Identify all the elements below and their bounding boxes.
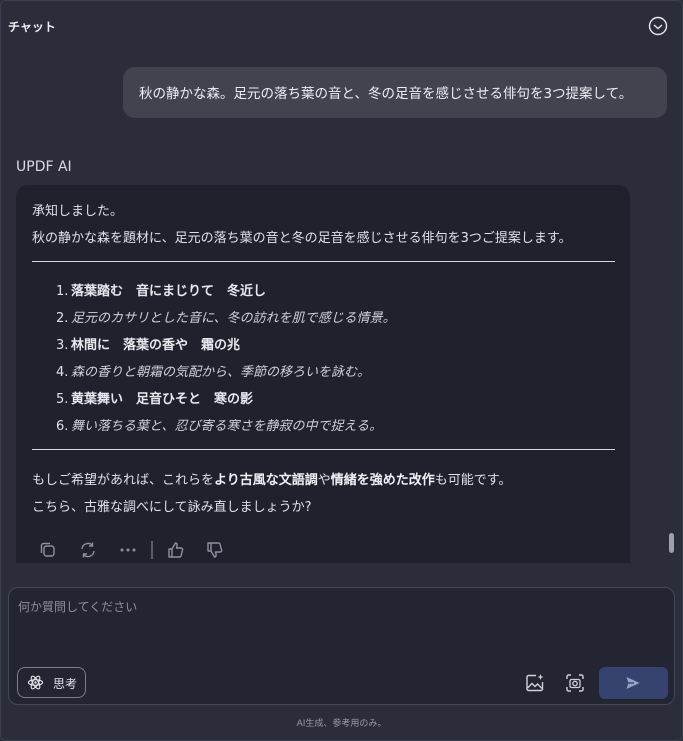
send-button[interactable]	[599, 667, 668, 699]
list-item: 1. 落葉踏む 音にまじりて 冬近し	[56, 280, 266, 299]
chat-input-box[interactable]: 何か質問してください 思考	[8, 587, 675, 705]
haiku-note: 舞い落ちる葉と、忍び寄る寒さを静寂の中で捉える。	[71, 419, 383, 434]
haiku-text: 黄葉舞い 足音ひそと 寒の影	[71, 392, 254, 407]
list-number: 2.	[56, 311, 69, 326]
list-item: 5. 黄葉舞い 足音ひそと 寒の影	[56, 388, 253, 407]
copy-icon[interactable]	[36, 539, 58, 561]
outro-text: もしご希望があれば、これらを	[32, 473, 215, 488]
action-separator	[151, 541, 153, 559]
list-item: 4. 森の香りと朝霜の気配から、季節の移ろいを詠む。	[56, 361, 370, 380]
think-toggle-button[interactable]: 思考	[17, 667, 86, 698]
more-icon[interactable]	[117, 539, 139, 561]
haiku-text: 林間に 落葉の香や 霜の兆	[71, 338, 241, 353]
haiku-note: 森の香りと朝霜の気配から、季節の移ろいを詠む。	[71, 365, 371, 380]
atom-icon	[27, 675, 44, 690]
divider-bottom	[32, 449, 615, 450]
list-number: 6.	[56, 419, 69, 434]
ai-outro-line2: こちら、古雅な調べにして詠み直しましょうか?	[32, 500, 312, 515]
chat-input-placeholder[interactable]: 何か質問してください	[18, 598, 137, 615]
ai-name-label: UPDF AI	[16, 159, 72, 175]
regenerate-icon[interactable]	[77, 539, 99, 561]
ai-outro-line1: もしご希望があれば、これらをより古風な文語調や情緒を強めた改作も可能です。	[32, 469, 512, 488]
outro-emphasis: より古風な文語調	[214, 473, 318, 488]
list-item: 3. 林間に 落葉の香や 霜の兆	[56, 334, 240, 353]
list-item: 6. 舞い落ちる葉と、忍び寄る寒さを静寂の中で捉える。	[56, 415, 382, 434]
ai-response-card: 承知しました。 秋の静かな森を題材に、足元の落ち葉の音と冬の足音を感じさせる俳句…	[16, 185, 630, 563]
list-number: 3.	[56, 338, 69, 353]
outro-text: や	[317, 473, 331, 488]
outro-emphasis: 情緒を強めた改作	[330, 473, 435, 488]
send-icon	[626, 677, 640, 689]
outro-text: も可能です。	[434, 473, 512, 488]
chat-header: チャット	[0, 0, 683, 52]
user-message: 秋の静かな森。足元の落ち葉の音と、冬の足音を感じさせる俳句を3つ提案して。	[123, 67, 667, 118]
haiku-text: 落葉踏む 音にまじりて 冬近し	[71, 284, 267, 299]
list-item: 2. 足元のカサリとした音に、冬の訪れを肌で感じる情景。	[56, 307, 396, 326]
divider-top	[32, 261, 615, 262]
haiku-note: 足元のカサリとした音に、冬の訪れを肌で感じる情景。	[71, 311, 396, 326]
thumbs-down-icon[interactable]	[204, 539, 226, 561]
thumbs-up-icon[interactable]	[165, 539, 187, 561]
scrollbar-thumb[interactable]	[669, 533, 674, 553]
ai-intro-line2: 秋の静かな森を題材に、足元の落ち葉の音と冬の足音を感じさせる俳句を3つご提案しま…	[32, 231, 572, 246]
screenshot-icon[interactable]	[565, 673, 585, 693]
list-number: 5.	[56, 392, 69, 407]
think-label: 思考	[53, 677, 78, 691]
image-ai-icon[interactable]	[525, 673, 545, 693]
list-number: 1.	[56, 284, 69, 299]
footer-disclaimer: AI生成、参考用のみ。	[296, 719, 387, 729]
list-number: 4.	[56, 365, 69, 380]
ai-intro-line1: 承知しました。	[32, 204, 124, 219]
clock-icon[interactable]	[648, 16, 668, 36]
page-title: チャット	[8, 20, 56, 34]
